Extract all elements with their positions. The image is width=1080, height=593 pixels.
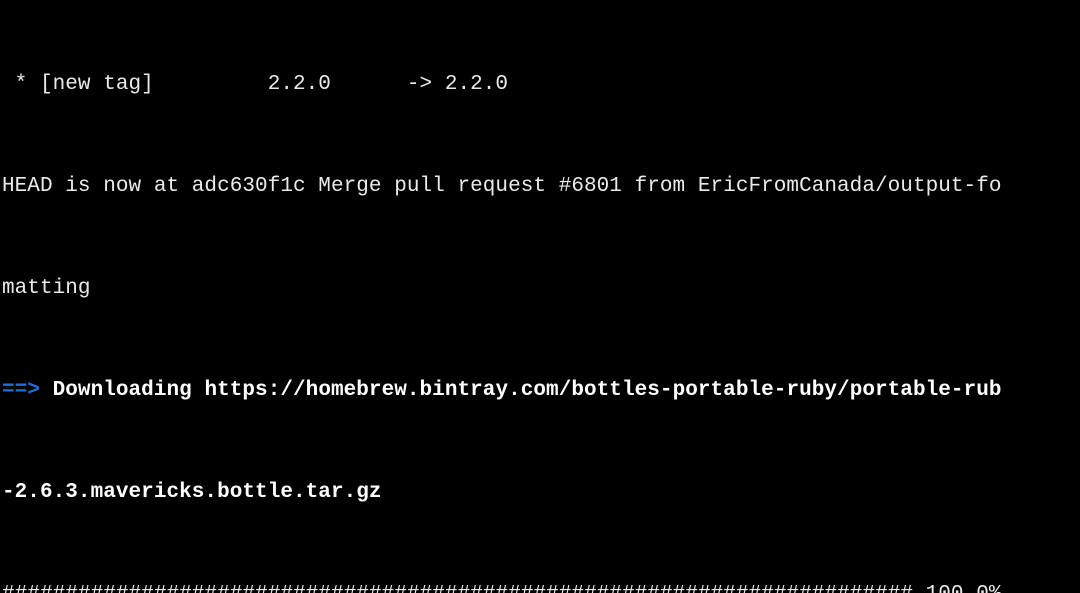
download-file-text: -2.6.3.mavericks.bottle.tar.gz <box>2 481 382 504</box>
progress-bar-text: ########################################… <box>2 583 1002 593</box>
terminal-output-line: * [new tag] 2.2.0 -> 2.2.0 <box>2 68 1080 102</box>
downloading-text: Downloading https://homebrew.bintray.com… <box>40 379 1002 402</box>
terminal-window[interactable]: * [new tag] 2.2.0 -> 2.2.0 HEAD is now a… <box>0 0 1080 593</box>
terminal-output-line: HEAD is now at adc630f1c Merge pull requ… <box>2 170 1080 204</box>
terminal-output-line: ########################################… <box>2 578 1080 593</box>
step-arrow-icon: ==> <box>2 379 40 402</box>
terminal-output-line: -2.6.3.mavericks.bottle.tar.gz <box>2 476 1080 510</box>
terminal-output-line: ==> Downloading https://homebrew.bintray… <box>2 374 1080 408</box>
terminal-output-line: matting <box>2 272 1080 306</box>
git-head-text: HEAD is now at adc630f1c Merge pull requ… <box>2 175 1002 198</box>
git-new-tag-text: * [new tag] 2.2.0 -> 2.2.0 <box>2 73 508 96</box>
git-head-wrap-text: matting <box>2 277 91 300</box>
